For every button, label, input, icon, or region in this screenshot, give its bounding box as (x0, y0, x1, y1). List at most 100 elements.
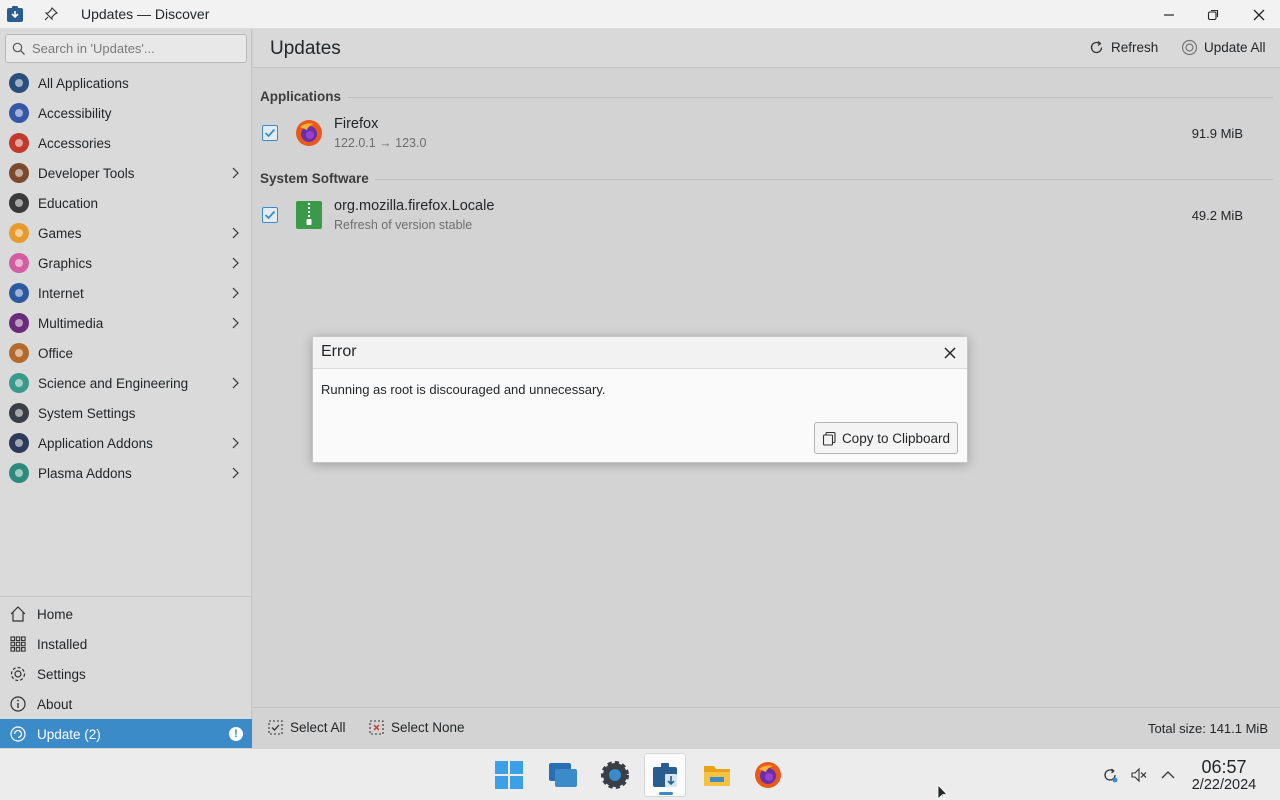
window-title: Updates — Discover (81, 6, 210, 22)
nav-home[interactable]: Home (0, 599, 252, 629)
sidebar-item-office[interactable]: Office (0, 338, 252, 368)
section-divider (348, 97, 1273, 98)
chevron-up-icon[interactable] (1159, 766, 1177, 784)
sidebar-item-all-applications[interactable]: All Applications (0, 68, 252, 98)
sidebar-item-multimedia[interactable]: Multimedia (0, 308, 252, 338)
nav-installed-label: Installed (37, 636, 88, 652)
graphics-icon (9, 253, 29, 273)
sidebar-item-graphics[interactable]: Graphics (0, 248, 252, 278)
search-input[interactable] (32, 41, 232, 56)
select-all-button[interactable]: Select All (267, 719, 346, 736)
sidebar-item-system-settings[interactable]: System Settings (0, 398, 252, 428)
sidebar-item-label: All Applications (38, 75, 129, 91)
refresh-button[interactable]: Refresh (1088, 39, 1158, 56)
total-size: Total size: 141.1 MiB (1148, 721, 1268, 736)
search-box[interactable] (5, 34, 247, 63)
dialog-close-icon[interactable] (941, 344, 959, 362)
system-settings-icon (601, 761, 629, 789)
sidebar-item-application-addons[interactable]: Application Addons (0, 428, 252, 458)
mouse-cursor-icon (937, 785, 948, 800)
select-all-label: Select All (290, 720, 346, 735)
update-version: 122.0.1 → 123.0 (334, 136, 427, 150)
sidebar-item-science[interactable]: Science and Engineering (0, 368, 252, 398)
file-manager-button[interactable] (696, 753, 738, 797)
education-icon (9, 193, 29, 213)
system-settings-button[interactable] (594, 753, 636, 797)
taskbar (0, 748, 1280, 800)
nav-update[interactable]: Update (2) ! (0, 719, 252, 749)
nav-settings[interactable]: Settings (0, 659, 252, 689)
update-size: 49.2 MiB (1191, 208, 1243, 223)
sidebar-item-internet[interactable]: Internet (0, 278, 252, 308)
update-icon (10, 726, 26, 742)
update-all-icon (1181, 39, 1198, 56)
close-button[interactable] (1244, 0, 1274, 29)
chevron-right-icon (232, 257, 239, 269)
nav-installed[interactable]: Installed (0, 629, 252, 659)
sidebar-item-accessibility[interactable]: Accessibility (0, 98, 252, 128)
sidebar-item-label: Plasma Addons (38, 465, 132, 481)
nav-about-label: About (37, 696, 73, 712)
plasma-addons-icon (9, 463, 29, 483)
search-icon (12, 42, 25, 55)
info-icon (10, 696, 26, 712)
update-row-firefox[interactable]: Firefox 122.0.1 → 123.0 91.9 MiB (253, 112, 1280, 156)
copy-to-clipboard-button[interactable]: Copy to Clipboard (813, 422, 958, 454)
sidebar-item-label: System Settings (38, 405, 136, 421)
nav-update-label: Update (2) (37, 726, 101, 742)
discover-taskbar-button[interactable] (644, 753, 686, 797)
installed-icon (10, 636, 26, 652)
task-switcher-button[interactable] (542, 753, 584, 797)
chevron-right-icon (232, 467, 239, 479)
update-row-locale[interactable]: org.mozilla.firefox.Locale Refresh of ve… (253, 194, 1280, 238)
start-menu-button[interactable] (488, 753, 530, 797)
clock-date[interactable]: 2/22/2024 (1184, 777, 1264, 793)
sidebar-item-label: Application Addons (38, 435, 153, 451)
dialog-header: Error (313, 337, 967, 369)
sidebar-item-plasma-addons[interactable]: Plasma Addons (0, 458, 252, 488)
section-system-software: System Software (260, 171, 369, 186)
discover-app-icon (7, 6, 23, 22)
refresh-icon (1090, 41, 1103, 54)
sidebar-item-label: Graphics (38, 255, 93, 271)
nav-about[interactable]: About (0, 689, 252, 719)
minimize-button[interactable] (1154, 0, 1184, 29)
minimize-icon (1164, 13, 1174, 16)
section-applications: Applications (260, 89, 342, 104)
update-name: org.mozilla.firefox.Locale (334, 198, 495, 214)
sidebar-item-accessories[interactable]: Accessories (0, 128, 252, 158)
maximize-button[interactable] (1198, 0, 1228, 29)
category-list: All Applications Accessibility Accessories… (0, 68, 252, 488)
sidebar-item-label: Science and Engineering (38, 375, 189, 391)
sidebar-item-label: Accessories (38, 135, 111, 151)
window-titlebar: Updates — Discover (0, 0, 1280, 29)
all-applications-icon (9, 73, 29, 93)
select-none-label: Select None (391, 720, 465, 735)
system-settings-icon (9, 403, 29, 423)
clock-time[interactable]: 06:57 (1186, 757, 1262, 778)
sidebar-item-label: Education (38, 195, 99, 211)
update-checkbox[interactable] (262, 207, 278, 223)
updates-footer: Select All Select None Total size: 141.1… (253, 707, 1280, 748)
sidebar-item-label: Office (38, 345, 74, 361)
sidebar-item-games[interactable]: Games (0, 218, 252, 248)
update-checkbox[interactable] (262, 125, 278, 141)
update-description: Refresh of version stable (334, 218, 473, 232)
update-all-button[interactable]: Update All (1181, 39, 1266, 56)
refresh-label: Refresh (1111, 40, 1159, 55)
accessories-icon (9, 133, 29, 153)
pin-icon[interactable] (43, 6, 59, 22)
select-all-icon (268, 720, 283, 735)
error-dialog: Error Running as root is discouraged and… (312, 336, 968, 463)
chevron-right-icon (232, 377, 239, 389)
select-none-button[interactable]: Select None (368, 719, 465, 736)
multimedia-icon (9, 313, 29, 333)
sidebar-item-developer-tools[interactable]: Developer Tools (0, 158, 252, 188)
developer-tools-icon (9, 163, 29, 183)
sidebar: All Applications Accessibility Accessories… (0, 29, 252, 749)
volume-muted-icon[interactable] (1130, 766, 1148, 784)
firefox-taskbar-button[interactable] (747, 753, 789, 797)
update-tray-icon[interactable] (1101, 766, 1119, 784)
close-icon (1253, 9, 1265, 20)
sidebar-item-education[interactable]: Education (0, 188, 252, 218)
